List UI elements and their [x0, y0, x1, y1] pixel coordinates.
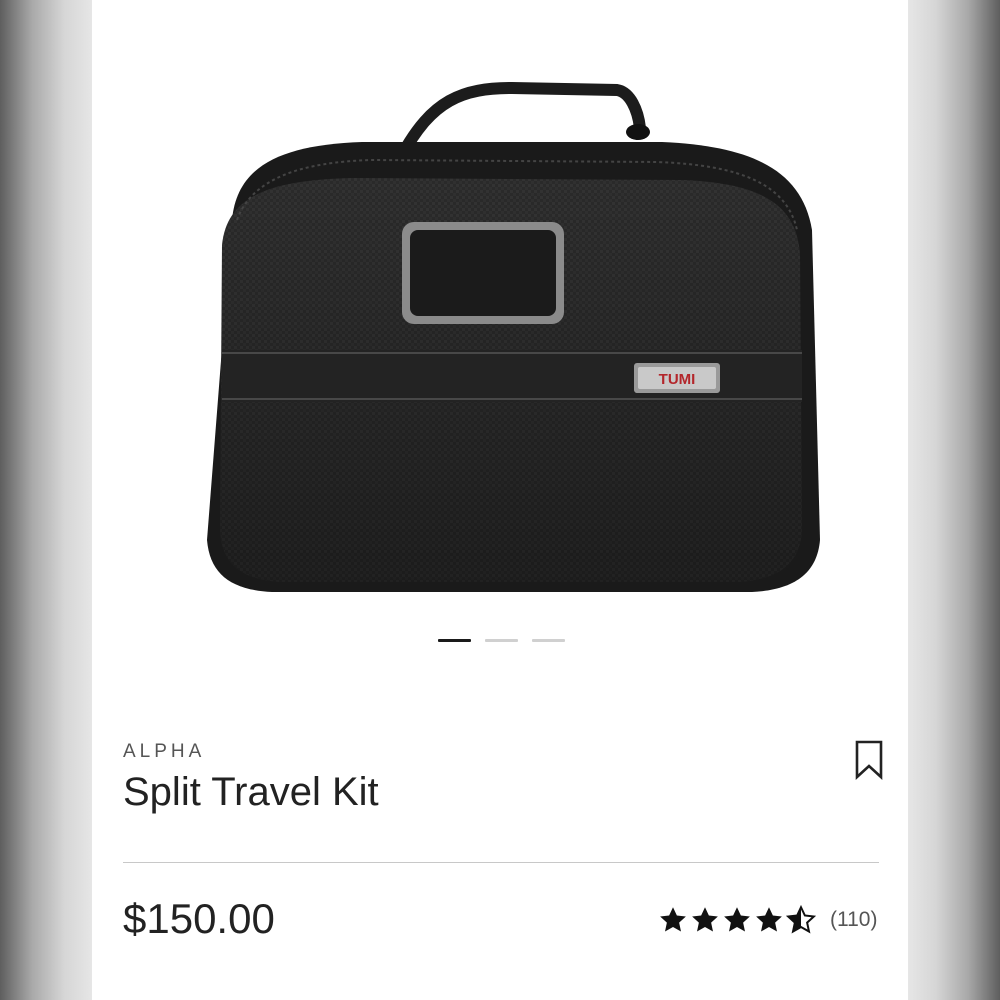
- carousel-indicators: [438, 639, 565, 642]
- carousel-dot-2[interactable]: [485, 639, 518, 642]
- review-count[interactable]: (110): [830, 908, 877, 932]
- product-image[interactable]: TUMI: [162, 70, 842, 630]
- carousel-dot-1[interactable]: [438, 639, 471, 642]
- half-star-icon: [786, 905, 816, 934]
- star-icon: [692, 907, 718, 932]
- product-rating[interactable]: (110): [658, 905, 877, 935]
- star-icon: [724, 907, 750, 932]
- brand-badge-text: TUMI: [659, 371, 696, 388]
- star-icon: [756, 907, 782, 932]
- product-title: Split Travel Kit: [123, 770, 379, 814]
- right-background-edge: [908, 0, 1000, 1000]
- left-background-edge: [0, 0, 92, 1000]
- product-price: $150.00: [123, 895, 275, 942]
- product-panel: TUMI ALPHA Split Travel Kit $150.00 (110…: [92, 0, 908, 1000]
- carousel-dot-3[interactable]: [532, 639, 565, 642]
- star-rating: [658, 905, 816, 935]
- bookmark-icon[interactable]: [852, 740, 886, 780]
- star-icon: [660, 907, 686, 932]
- collection-label: ALPHA: [123, 741, 206, 762]
- divider: [123, 862, 879, 863]
